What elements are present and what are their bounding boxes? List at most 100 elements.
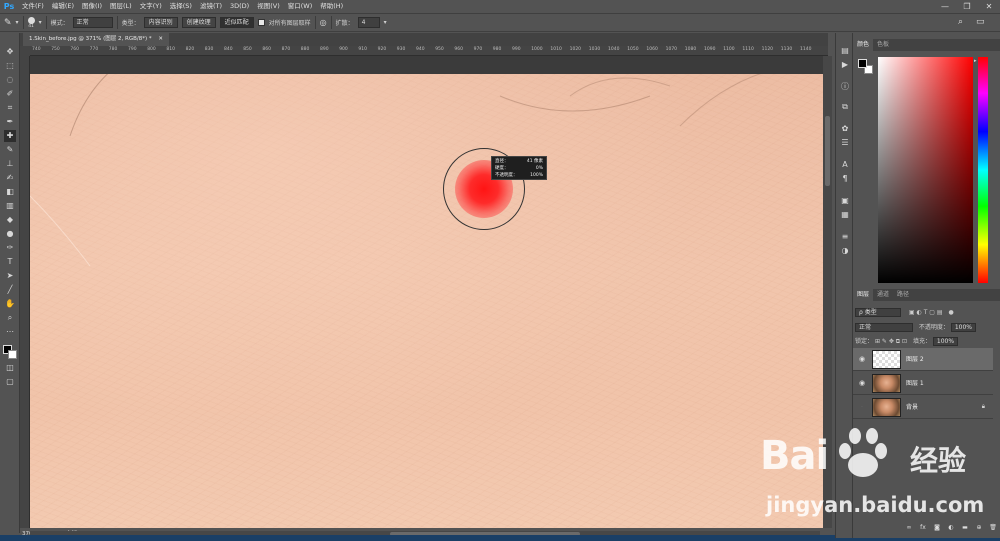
line-tool-icon[interactable]: ╱ bbox=[4, 284, 16, 296]
layer-row-layer1[interactable]: ◉ 图层 1 bbox=[853, 372, 993, 395]
lasso-tool-icon[interactable]: ◌ bbox=[4, 74, 16, 86]
more-tools-icon[interactable]: ⋯ bbox=[4, 326, 16, 338]
lock-position-icon[interactable]: ✥ bbox=[889, 338, 894, 345]
filter-toggle-icon[interactable]: ● bbox=[948, 309, 953, 316]
image-canvas[interactable] bbox=[30, 56, 823, 528]
glyphs-panel-icon[interactable]: ▣ bbox=[839, 195, 851, 207]
history-brush-tool-icon[interactable]: ✍ bbox=[4, 172, 16, 184]
menu-file[interactable]: 文件(F) bbox=[18, 0, 48, 13]
brush-dropdown-icon[interactable]: ▾ bbox=[39, 19, 42, 26]
menu-image[interactable]: 图像(I) bbox=[78, 0, 106, 13]
info-panel-icon[interactable]: ⓘ bbox=[839, 81, 851, 93]
menu-view[interactable]: 视图(V) bbox=[253, 0, 284, 13]
lock-artboard-icon[interactable]: ⧉ bbox=[896, 338, 900, 345]
lock-transparent-icon[interactable]: ⊞ bbox=[875, 338, 880, 345]
spot-healing-brush-icon[interactable]: ✎ bbox=[4, 18, 12, 28]
brush-panel-icon[interactable]: ✿ bbox=[839, 123, 851, 135]
vertical-ruler[interactable] bbox=[20, 56, 30, 528]
actions-panel-icon[interactable]: ▶ bbox=[839, 59, 851, 71]
eyedropper-tool-icon[interactable]: ✒ bbox=[4, 116, 16, 128]
dodge-tool-icon[interactable]: ● bbox=[4, 228, 16, 240]
paragraph-panel-icon[interactable]: ¶ bbox=[839, 173, 851, 185]
filter-type-icon[interactable]: T bbox=[924, 309, 928, 316]
history-panel-icon[interactable]: ▤ bbox=[839, 45, 851, 57]
blur-tool-icon[interactable]: ◆ bbox=[4, 214, 16, 226]
lock-all-icon[interactable]: ⊡ bbox=[902, 338, 907, 345]
adjustments-panel-icon[interactable]: ☰ bbox=[839, 137, 851, 149]
add-mask-icon[interactable]: ◙ bbox=[933, 524, 941, 532]
tab-layers[interactable]: 图层 bbox=[853, 289, 874, 301]
tab-swatches[interactable]: 色板 bbox=[873, 39, 893, 51]
restore-button[interactable]: ❐ bbox=[956, 0, 978, 13]
link-layers-icon[interactable]: ∞ bbox=[905, 524, 913, 532]
styles-panel-icon[interactable]: ▦ bbox=[839, 209, 851, 221]
color-wheel-icon[interactable]: ◑ bbox=[839, 245, 851, 257]
menu-3d[interactable]: 3D(D) bbox=[226, 0, 253, 13]
visibility-off-icon[interactable]: · bbox=[858, 403, 866, 411]
workspace-icon[interactable]: ▭ bbox=[976, 17, 985, 27]
pressure-size-icon[interactable]: ◎ bbox=[320, 18, 327, 27]
path-select-tool-icon[interactable]: ➤ bbox=[4, 270, 16, 282]
spread-dropdown-icon[interactable]: ▾ bbox=[384, 19, 387, 26]
layer-row-background[interactable]: · 背景 🔒︎ bbox=[853, 396, 993, 419]
eraser-tool-icon[interactable]: ◧ bbox=[4, 186, 16, 198]
layer-row-layer2[interactable]: ◉ 图层 2 bbox=[853, 348, 993, 371]
close-button[interactable]: ✕ bbox=[978, 0, 1000, 13]
fill-input[interactable]: 100% bbox=[932, 337, 959, 346]
properties-panel-icon[interactable]: ⧉ bbox=[839, 101, 851, 113]
tab-color[interactable]: 颜色 bbox=[853, 39, 874, 51]
hue-slider[interactable] bbox=[978, 57, 988, 283]
zoom-tool-icon[interactable]: ⌕ bbox=[4, 312, 16, 324]
character-panel-icon[interactable]: A bbox=[839, 159, 851, 171]
menu-filter[interactable]: 滤镜(T) bbox=[196, 0, 226, 13]
quick-select-tool-icon[interactable]: ✐ bbox=[4, 88, 16, 100]
filter-smart-icon[interactable]: ▤ bbox=[937, 309, 943, 316]
type-content-aware-button[interactable]: 内容识别 bbox=[143, 17, 178, 28]
menu-help[interactable]: 帮助(H) bbox=[316, 0, 347, 13]
spot-healing-tool-icon[interactable]: ✚ bbox=[4, 130, 16, 142]
hand-tool-icon[interactable]: ✋ bbox=[4, 298, 16, 310]
type-create-texture-button[interactable]: 创建纹理 bbox=[181, 17, 216, 28]
menu-select[interactable]: 选择(S) bbox=[166, 0, 196, 13]
tab-channels[interactable]: 通道 bbox=[873, 289, 893, 301]
minimize-button[interactable]: — bbox=[934, 0, 956, 13]
menu-edit[interactable]: 编辑(E) bbox=[48, 0, 78, 13]
gradient-tool-icon[interactable]: ▥ bbox=[4, 200, 16, 212]
layer-filter-select[interactable]: ρ 类型 bbox=[855, 308, 901, 317]
tab-paths[interactable]: 路径 bbox=[893, 289, 913, 301]
type-tool-icon[interactable]: T bbox=[4, 256, 16, 268]
horizontal-ruler[interactable]: 740 750 760 770 780 790 800 810 820 830 840 850 860 8… bbox=[30, 46, 828, 56]
menu-layer[interactable]: 图层(L) bbox=[106, 0, 136, 13]
type-proximity-match-button[interactable]: 近似匹配 bbox=[219, 17, 254, 28]
background-color-swatch[interactable] bbox=[8, 350, 17, 359]
spread-input[interactable]: 4 bbox=[357, 17, 380, 28]
filter-pixel-icon[interactable]: ▣ bbox=[909, 309, 915, 316]
menu-type[interactable]: 文字(Y) bbox=[136, 0, 166, 13]
layer-style-icon[interactable]: fx bbox=[919, 524, 927, 532]
blend-mode-select[interactable]: 正常 bbox=[855, 323, 913, 332]
delete-layer-icon[interactable]: 🗑︎ bbox=[989, 524, 997, 532]
move-tool-icon[interactable]: ✥ bbox=[4, 46, 16, 58]
adjustment-layer-icon[interactable]: ◐ bbox=[947, 524, 955, 532]
opacity-input[interactable]: 100% bbox=[950, 323, 977, 332]
hue-slider-handle-icon[interactable]: ▸ bbox=[974, 58, 977, 64]
close-tab-icon[interactable]: ✕ bbox=[158, 36, 163, 42]
mode-select[interactable]: 正常 bbox=[72, 17, 113, 28]
visibility-eye-icon[interactable]: ◉ bbox=[858, 379, 866, 387]
visibility-eye-icon[interactable]: ◉ bbox=[858, 355, 866, 363]
group-icon[interactable]: ▬ bbox=[961, 524, 969, 532]
color-panel-foreground-swatch[interactable] bbox=[858, 59, 867, 68]
sample-all-layers-checkbox[interactable] bbox=[257, 19, 265, 26]
quick-mask-icon[interactable]: ◫ bbox=[4, 362, 16, 374]
document-tab[interactable]: 1.Skin_before.jpg @ 371% (图层 2, RGB/8*) … bbox=[23, 33, 169, 46]
brush-tool-icon[interactable]: ✎ bbox=[4, 144, 16, 156]
filter-shape-icon[interactable]: ▢ bbox=[929, 309, 935, 316]
tool-preset-dropdown-icon[interactable]: ▾ bbox=[16, 19, 19, 26]
new-layer-icon[interactable]: ⊕ bbox=[975, 524, 983, 532]
screen-mode-icon[interactable]: ▢ bbox=[4, 376, 16, 388]
search-icon[interactable]: ⌕ bbox=[958, 17, 963, 27]
clone-stamp-tool-icon[interactable]: ⊥ bbox=[4, 158, 16, 170]
vertical-scroll-thumb[interactable] bbox=[825, 116, 830, 186]
brush-preset-picker[interactable]: 41 bbox=[27, 16, 35, 29]
lock-pixels-icon[interactable]: ✎ bbox=[882, 338, 887, 345]
